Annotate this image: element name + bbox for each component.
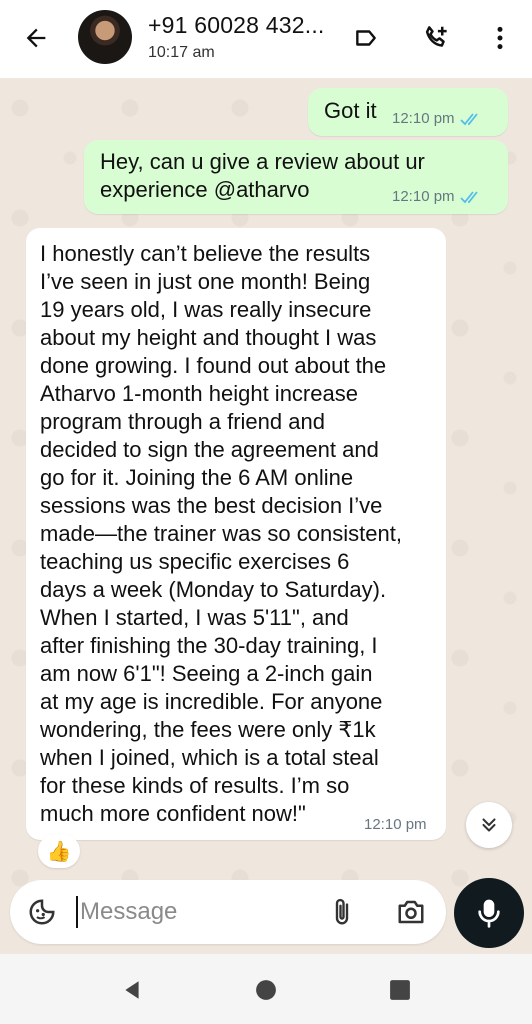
contact-name[interactable]: +91 60028 432... [148,12,325,39]
avatar[interactable] [78,10,132,64]
reaction-thumbs-up[interactable]: 👍 [38,834,80,868]
nav-back-icon[interactable] [120,978,144,1002]
incoming-message[interactable]: I honestly can’t believe the results I’v… [26,228,446,840]
mic-icon [478,899,500,928]
chat-header: +91 60028 432... 10:17 am [0,0,532,78]
read-ticks-icon [459,190,482,204]
double-chevron-down-icon [482,818,496,832]
outgoing-message[interactable]: Got it 12:10 pm [308,88,508,136]
add-call-icon[interactable] [420,22,452,54]
nav-home-icon[interactable] [254,978,278,1002]
reaction-emoji: 👍 [46,840,72,863]
message-meta: 12:10 pm [392,188,482,205]
sticker-emoji-icon[interactable] [26,896,58,928]
message-time: 12:10 pm [392,110,455,127]
message-text: Got it [324,98,377,123]
camera-icon[interactable] [394,896,428,928]
message-time: 12:10 pm [392,188,455,205]
attach-paperclip-icon[interactable] [326,896,358,928]
message-meta: 12:10 pm [364,816,427,833]
message-meta: 12:10 pm [392,110,482,127]
message-text: Hey, can u give a review about ur experi… [100,149,425,202]
read-ticks-icon [459,112,482,126]
message-input[interactable] [80,894,310,930]
message-time: 12:10 pm [364,816,427,833]
scroll-to-bottom-button[interactable] [466,802,512,848]
voice-message-button[interactable] [454,878,524,948]
message-text: I honestly can’t believe the results I’v… [40,241,402,826]
last-seen: 10:17 am [148,44,215,61]
outgoing-message[interactable]: Hey, can u give a review about ur experi… [84,140,508,214]
more-vertical-icon[interactable] [484,22,516,54]
text-cursor [76,896,78,928]
system-navigation-bar [0,954,532,1024]
nav-recents-icon[interactable] [388,978,412,1002]
back-arrow-icon[interactable] [18,20,54,56]
message-composer [10,880,446,944]
label-icon[interactable] [350,22,382,54]
